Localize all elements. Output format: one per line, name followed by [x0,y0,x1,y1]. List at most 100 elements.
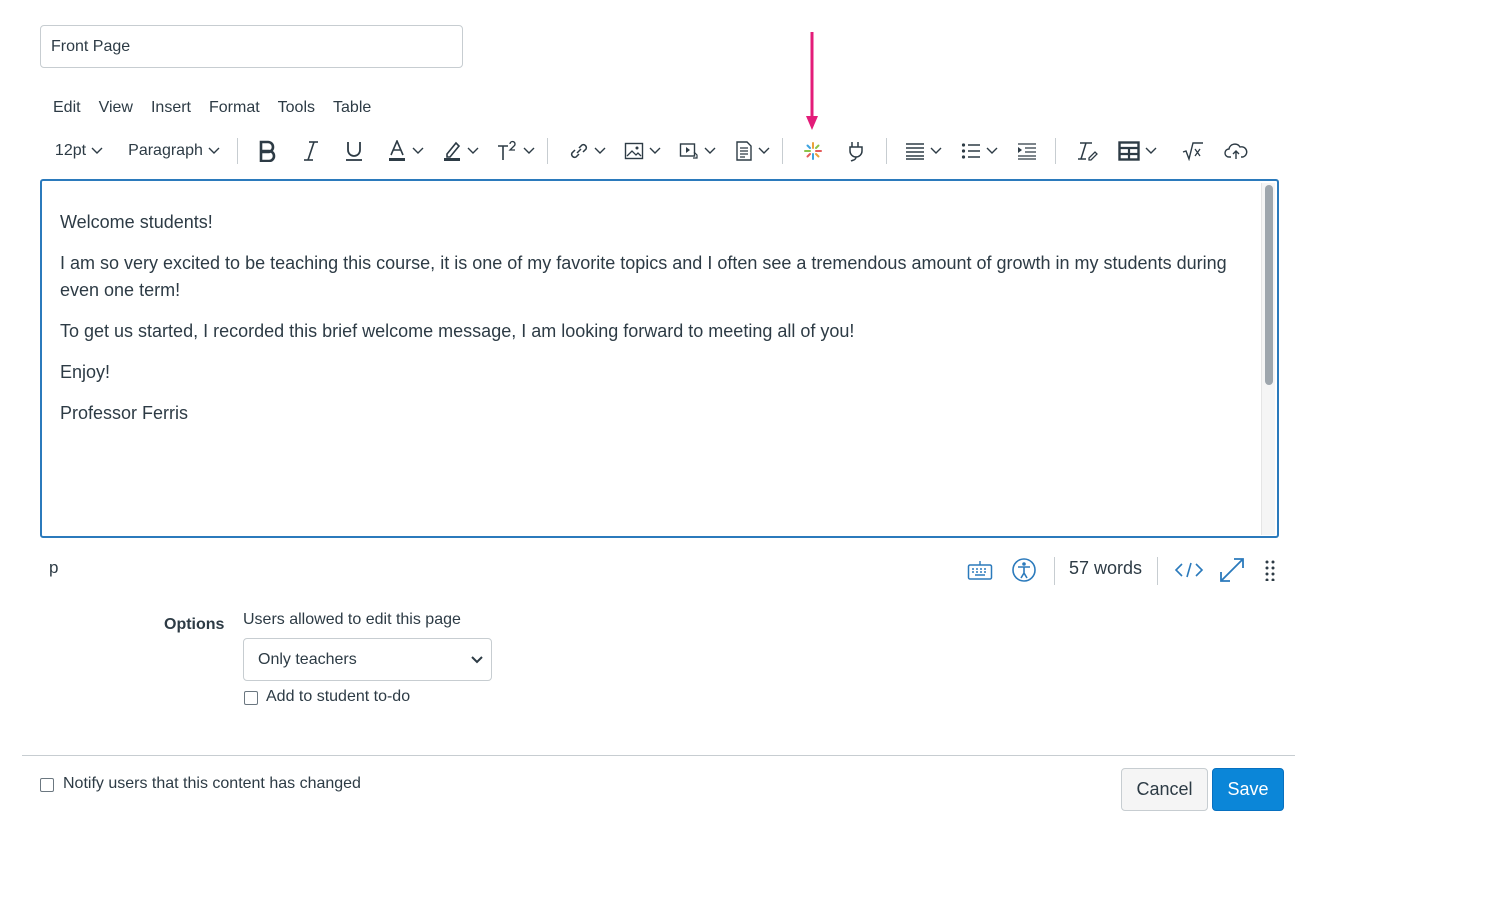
highlight-color-dropdown[interactable] [439,134,481,168]
chevron-down-icon [471,656,483,664]
equation-icon [1182,142,1203,161]
notify-users-label[interactable]: Notify users that this content has chang… [63,775,361,793]
toolbar-separator [782,138,783,164]
resize-handle[interactable] [1260,554,1280,586]
font-size-value: 12pt [54,142,87,159]
toolbar-separator [1055,138,1056,164]
cancel-button[interactable]: Cancel [1121,768,1208,811]
chevron-down-icon [1145,147,1156,154]
text-color-dropdown[interactable] [384,134,426,168]
link-icon [570,143,587,159]
chevron-down-icon [930,147,941,154]
block-format-dropdown[interactable]: Paragraph [124,134,224,168]
editor-toolbar: 12pt Paragraph [44,134,1264,168]
menu-insert[interactable]: Insert [142,96,200,122]
users-allowed-select[interactable]: Only teachers [243,638,492,681]
chevron-down-icon [594,147,605,154]
editor-paragraph: Enjoy! [60,362,111,382]
editor-paragraph: I am so very excited to be teaching this… [60,253,1227,300]
menu-view[interactable]: View [90,96,142,122]
chevron-down-icon [467,147,478,154]
list-dropdown[interactable] [958,134,1000,168]
underline-icon [346,142,362,161]
document-icon [735,141,752,161]
keyboard-shortcuts-button[interactable] [964,554,996,586]
underline-button[interactable] [339,134,369,168]
align-dropdown[interactable] [902,134,944,168]
notify-users-checkbox[interactable] [40,778,54,792]
users-allowed-value: Only teachers [258,650,357,668]
chevron-down-icon [91,147,103,154]
resize-handle-icon [1265,560,1275,581]
text-color-icon [388,140,405,161]
apps-button[interactable] [798,134,828,168]
superscript-dropdown[interactable] [494,134,536,168]
block-format-value: Paragraph [128,142,203,159]
table-icon [1117,141,1140,161]
cloud-upload-icon [1224,143,1248,159]
fullscreen-button[interactable] [1216,554,1248,586]
indent-icon [1018,143,1036,160]
accessibility-icon [1012,558,1036,582]
html-view-button[interactable] [1172,554,1206,586]
media-dropdown[interactable] [676,134,718,168]
document-dropdown[interactable] [731,134,773,168]
link-dropdown[interactable] [566,134,608,168]
chevron-down-icon [758,147,769,154]
highlight-color-icon [443,141,460,161]
align-icon [905,143,924,160]
menu-edit[interactable]: Edit [44,96,90,122]
menu-tools[interactable]: Tools [269,96,324,122]
cloud-upload-button[interactable] [1221,134,1251,168]
clear-formatting-icon [1078,142,1098,161]
chevron-down-icon [412,147,423,154]
plugin-button[interactable] [841,134,871,168]
font-size-dropdown[interactable]: 12pt [44,134,114,168]
keyboard-icon [967,561,993,580]
chevron-down-icon [523,147,534,154]
accessibility-checker-button[interactable] [1008,554,1040,586]
add-to-todo-checkbox[interactable] [244,691,258,705]
indent-button[interactable] [1012,134,1042,168]
chevron-down-icon [208,147,220,154]
toolbar-separator [237,138,238,164]
table-dropdown[interactable] [1114,134,1160,168]
save-button[interactable]: Save [1212,768,1284,811]
options-label: Options [164,616,225,633]
footer-divider [22,755,1295,756]
editor-paragraph: Professor Ferris [60,403,189,423]
apps-icon [804,142,822,160]
chevron-down-icon [704,147,715,154]
rich-content-editor[interactable]: Welcome students! I am so very excited t… [40,179,1279,538]
menu-format[interactable]: Format [200,96,269,122]
plugin-icon [849,142,863,162]
clear-formatting-button[interactable] [1072,134,1102,168]
add-to-todo-label[interactable]: Add to student to-do [266,688,410,706]
word-count: 57 words [1069,558,1143,578]
chevron-down-icon [649,147,660,154]
menu-table[interactable]: Table [324,96,380,122]
editor-paragraph: To get us started, I recorded this brief… [60,321,855,341]
page-title-input[interactable] [40,25,463,68]
bold-button[interactable] [252,134,282,168]
editor-paragraph: Welcome students! [60,212,213,232]
editor-scrollbar[interactable] [1261,183,1275,535]
element-path[interactable]: p [49,558,58,578]
annotation-arrow [806,32,818,130]
italic-button[interactable] [296,134,326,168]
bold-icon [259,140,276,162]
toolbar-separator [886,138,887,164]
image-dropdown[interactable] [621,134,663,168]
list-icon [961,143,980,159]
image-icon [624,142,643,160]
users-allowed-label: Users allowed to edit this page [243,611,461,628]
italic-icon [304,141,318,161]
chevron-down-icon [986,147,997,154]
editor-scrollbar-thumb[interactable] [1265,185,1273,385]
status-separator [1157,557,1158,585]
media-icon [679,143,698,159]
equation-button[interactable] [1178,134,1208,168]
status-separator [1054,557,1055,585]
editor-menubar: Edit View Insert Format Tools Table [44,96,380,122]
editor-body[interactable]: Welcome students! I am so very excited t… [60,209,1250,441]
